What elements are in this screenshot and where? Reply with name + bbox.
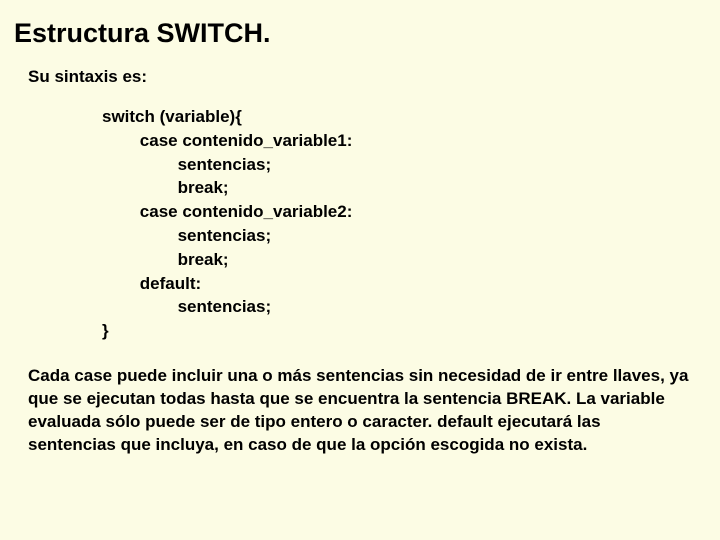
slide-title: Estructura SWITCH.: [14, 18, 706, 49]
code-example: switch (variable){ case contenido_variab…: [102, 105, 706, 343]
intro-text: Su sintaxis es:: [28, 67, 706, 87]
explanation-paragraph: Cada case puede incluir una o más senten…: [28, 365, 692, 457]
